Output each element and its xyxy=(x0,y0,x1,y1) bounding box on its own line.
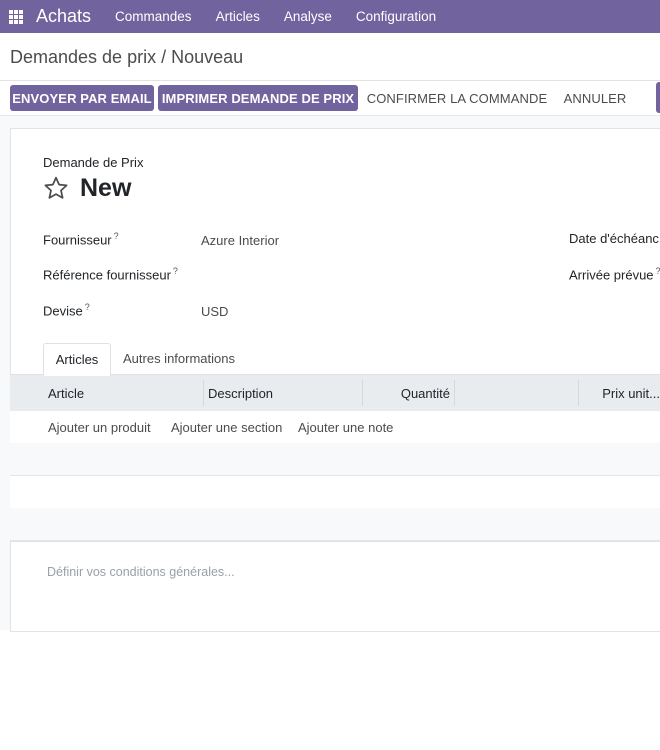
terms-conditions-field[interactable]: Définir vos conditions générales... xyxy=(47,565,235,579)
menu-articles[interactable]: Articles xyxy=(216,9,260,24)
table-row xyxy=(10,508,660,541)
table-row xyxy=(10,443,660,476)
help-icon[interactable]: ? xyxy=(85,302,90,312)
currency-label: Devise? xyxy=(43,302,90,319)
supplier-reference-field[interactable] xyxy=(201,268,501,284)
column-article[interactable]: Article xyxy=(48,375,84,411)
apps-menu-icon[interactable] xyxy=(9,9,23,24)
column-description[interactable]: Description xyxy=(208,375,273,411)
top-navbar: Achats Commandes Articles Analyse Config… xyxy=(0,0,660,33)
column-unnamed[interactable] xyxy=(458,375,578,411)
table-row xyxy=(10,476,660,509)
document-kind: Demande de Prix xyxy=(43,155,144,170)
star-icon[interactable] xyxy=(43,175,69,201)
menu-configuration[interactable]: Configuration xyxy=(356,9,436,24)
column-separator[interactable] xyxy=(578,380,579,406)
supplier-label: Fournisseur? xyxy=(43,231,119,248)
column-separator[interactable] xyxy=(454,380,455,406)
column-separator[interactable] xyxy=(362,380,363,406)
page-title: New xyxy=(80,174,132,202)
supplier-reference-label: Référence fournisseur? xyxy=(43,266,178,283)
menu-analyse[interactable]: Analyse xyxy=(284,9,332,24)
deadline-label: Date d'échéanc xyxy=(569,231,659,246)
supplier-field[interactable]: Azure Interior xyxy=(201,233,279,248)
confirm-order-button[interactable]: CONFIRMER LA COMMANDE xyxy=(366,85,548,111)
help-icon[interactable]: ? xyxy=(114,231,119,241)
divider xyxy=(0,80,660,81)
tab-other-info[interactable]: Autres informations xyxy=(113,343,245,374)
tab-articles[interactable]: Articles xyxy=(43,343,111,376)
divider xyxy=(10,541,660,542)
order-lines-header: Article Description Quantité Prix unit..… xyxy=(10,374,660,412)
breadcrumb[interactable]: Demandes de prix / Nouveau xyxy=(10,47,243,68)
add-section-link[interactable]: Ajouter une section xyxy=(171,420,282,435)
cancel-button[interactable]: ANNULER xyxy=(558,85,632,111)
column-quantity[interactable]: Quantité xyxy=(366,375,450,411)
currency-field[interactable]: USD xyxy=(201,304,228,319)
status-bar-edge xyxy=(656,82,660,113)
app-name[interactable]: Achats xyxy=(36,6,91,27)
add-product-link[interactable]: Ajouter un produit xyxy=(48,420,151,435)
help-icon[interactable]: ? xyxy=(173,266,178,276)
menu-commandes[interactable]: Commandes xyxy=(115,9,192,24)
column-unit-price[interactable]: Prix unit... xyxy=(584,375,660,411)
column-separator[interactable] xyxy=(203,380,204,406)
print-rfq-button[interactable]: IMPRIMER DEMANDE DE PRIX xyxy=(158,85,358,111)
add-note-link[interactable]: Ajouter une note xyxy=(298,420,393,435)
expected-arrival-label: Arrivée prévue? xyxy=(569,266,660,282)
help-icon[interactable]: ? xyxy=(656,266,660,276)
send-email-button[interactable]: ENVOYER PAR EMAIL xyxy=(10,85,154,111)
